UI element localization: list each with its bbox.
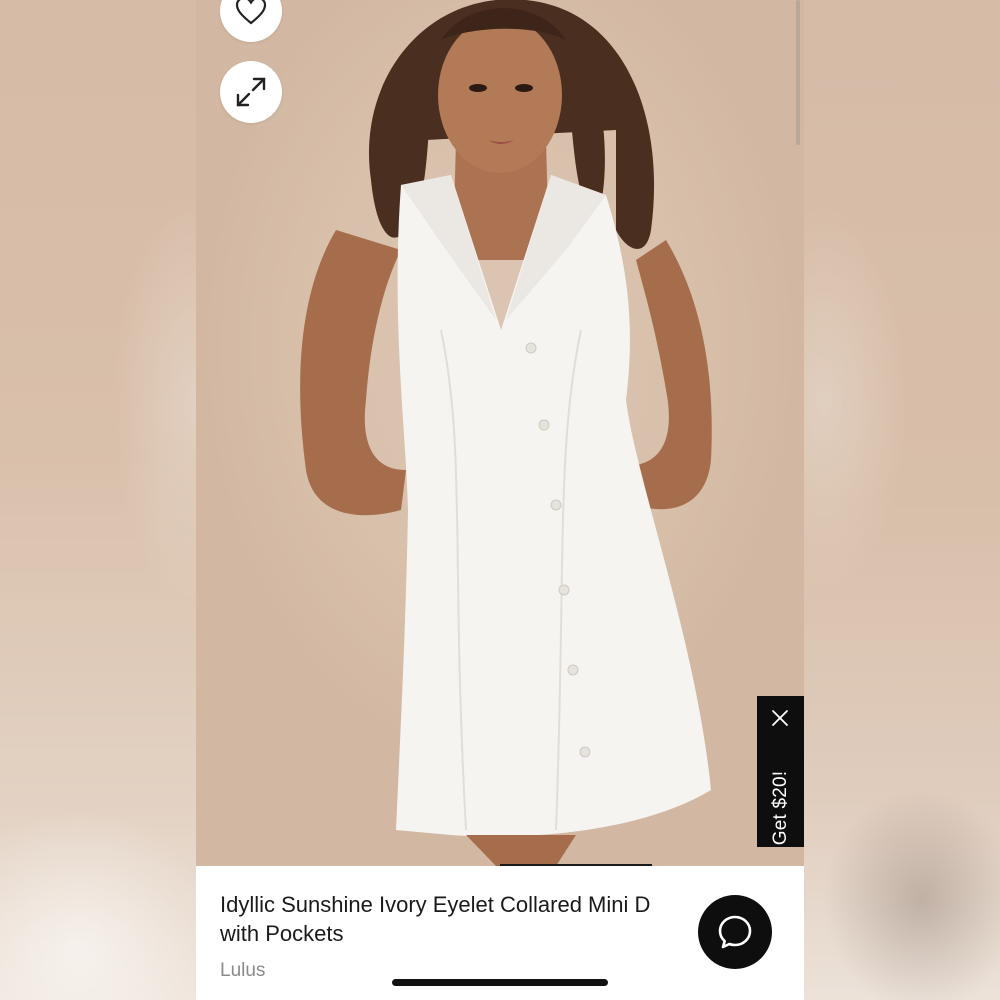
image-scrollbar[interactable] xyxy=(796,0,800,145)
blurred-background-right xyxy=(804,0,1000,1000)
promo-tab[interactable]: Get $20! xyxy=(757,696,804,847)
product-image[interactable]: Get $20! xyxy=(196,0,804,866)
heart-icon xyxy=(235,0,267,25)
expand-image-button[interactable] xyxy=(220,61,282,123)
brand-name[interactable]: Lulus xyxy=(220,960,265,982)
home-indicator[interactable] xyxy=(392,979,608,986)
expand-icon xyxy=(236,77,266,107)
chat-button[interactable] xyxy=(698,895,772,969)
close-icon[interactable] xyxy=(770,708,790,728)
chat-bubble-icon xyxy=(718,915,752,949)
promo-label[interactable]: Get $20! xyxy=(769,756,793,860)
product-title-line-2: with Pockets xyxy=(220,921,344,946)
model-photo-illustration xyxy=(300,0,712,866)
blurred-background-left xyxy=(0,0,196,1000)
product-screen: Get $20! Idyllic Sunshine Ivory Eyelet C… xyxy=(196,0,804,1000)
product-title-line-1: Idyllic Sunshine Ivory Eyelet Collared M… xyxy=(220,892,651,917)
product-title[interactable]: Idyllic Sunshine Ivory Eyelet Collared M… xyxy=(220,890,720,948)
